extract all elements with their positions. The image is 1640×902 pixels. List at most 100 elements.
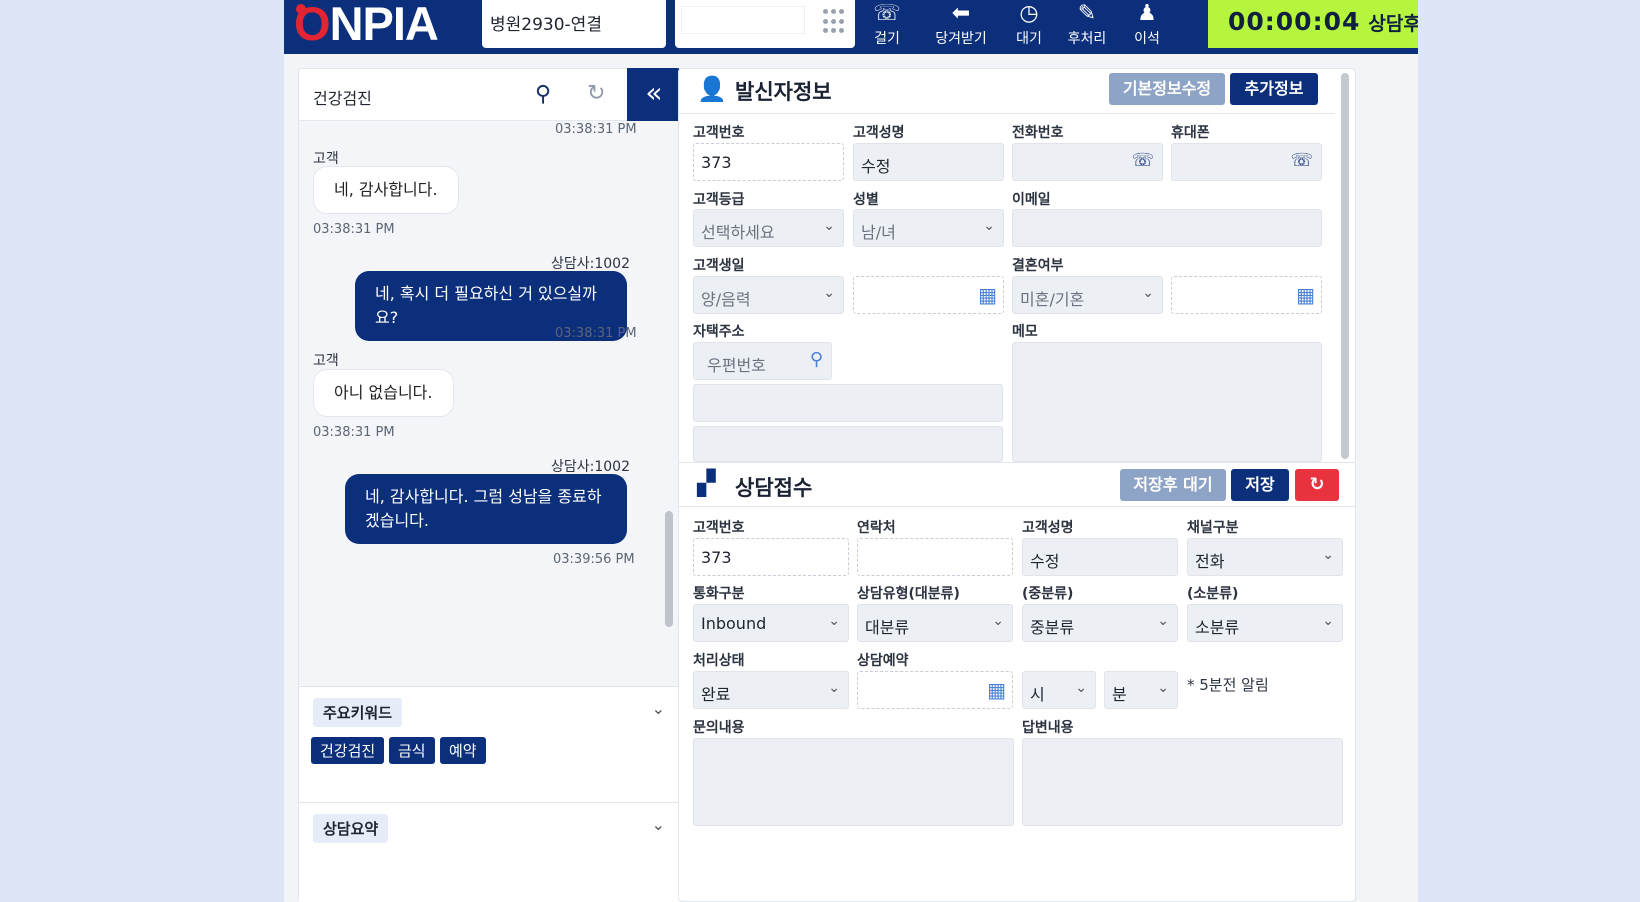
cust-no-field[interactable]: 373 (693, 143, 844, 181)
grade-select[interactable]: 선택하세요 ⌄ (693, 209, 844, 247)
wait-button[interactable]: ◷ 대기 (1006, 0, 1052, 50)
pickup-icon: ⬅ (951, 1, 971, 26)
app-window: ONPIA 병원2930-연결 ☏ 걸기 ⬅ 당겨받기 ◷ 대기 ✎ 후처리 ♟… (284, 0, 1418, 902)
calendar-icon[interactable]: ▦ (987, 678, 1006, 702)
pickup-button[interactable]: ⬅ 당겨받기 (924, 0, 998, 50)
edit-basic-info-button[interactable]: 기본정보수정 (1109, 73, 1225, 105)
reset-button[interactable]: ↻ (1295, 469, 1339, 501)
channel-value: 전화 (1195, 552, 1225, 571)
answer-label: 답변내용 (1022, 720, 1074, 736)
search-icon[interactable]: ⚲ (810, 349, 823, 370)
call-timer: 00:00:04 상담후처 (1208, 0, 1418, 48)
contact-field[interactable] (857, 538, 1013, 576)
type-large-select[interactable]: 대분류 ⌄ (857, 604, 1013, 642)
search-input[interactable]: 건강검진 (313, 85, 372, 109)
mobile-label: 휴대폰 (1171, 125, 1210, 141)
birth-date-field[interactable]: ▦ (853, 276, 1004, 314)
mobile-field[interactable]: ☏ (1171, 143, 1322, 181)
after-work-button-label: 후처리 (1067, 31, 1107, 47)
line-select[interactable]: 병원2930-연결 (482, 0, 666, 48)
consult-cust-name-field[interactable]: 수정 (1022, 538, 1178, 576)
chat-panel: 건강검진 ⚲ ↻ « 03:38:31 PM 고객 네, 감사합니다. 03:3… (298, 68, 681, 902)
wait-button-label: 대기 (1016, 31, 1042, 47)
wedding-date-field[interactable]: ▦ (1171, 276, 1322, 314)
address-label: 자택주소 (693, 324, 745, 340)
chat-scrollbar[interactable] (665, 511, 673, 627)
phone-number-input[interactable] (681, 6, 805, 34)
chevron-down-icon: ⌄ (1157, 680, 1169, 696)
additional-info-button[interactable]: 추가정보 (1230, 73, 1318, 105)
onpia-logo: ONPIA (294, 0, 439, 50)
keyword-tag[interactable]: 건강검진 (311, 737, 385, 764)
form-scrollbar[interactable] (1341, 73, 1349, 459)
gender-label: 성별 (853, 192, 879, 208)
state-select[interactable]: 완료 ⌄ (693, 671, 849, 709)
lunar-solar-select[interactable]: 양/음력 ⌄ (693, 276, 844, 314)
consult-cust-name-value: 수정 (1030, 552, 1060, 571)
question-textarea[interactable] (693, 738, 1014, 826)
search-icon[interactable]: ⚲ (535, 82, 551, 107)
marriage-select[interactable]: 미혼/기혼 ⌄ (1012, 276, 1163, 314)
chevron-down-icon: ⌄ (1157, 613, 1169, 629)
after-work-button[interactable]: ✎ 후처리 (1060, 0, 1114, 50)
answer-textarea[interactable] (1022, 738, 1343, 826)
channel-select[interactable]: 전화 ⌄ (1187, 538, 1343, 576)
save-button[interactable]: 저장 (1231, 469, 1289, 501)
dialpad-icon[interactable] (823, 9, 845, 35)
pickup-button-label: 당겨받기 (935, 31, 987, 47)
grade-label: 고객등급 (693, 192, 745, 208)
chevron-down-icon: ⌄ (828, 680, 840, 696)
edit-icon: ✎ (1077, 1, 1097, 26)
memo-field[interactable] (1012, 342, 1322, 462)
collapse-button[interactable]: « (627, 68, 681, 121)
type-medium-label: (중분류) (1022, 586, 1074, 602)
away-button[interactable]: ♟ 이석 (1124, 0, 1170, 50)
hour-select[interactable]: 시 ⌄ (1022, 671, 1096, 709)
alarm-note: * 5분전 알림 (1187, 676, 1269, 694)
refresh-icon[interactable]: ↻ (587, 81, 605, 106)
address-line2-field[interactable] (693, 426, 1003, 462)
chevron-down-icon: ⌄ (1322, 547, 1334, 563)
keyword-tag[interactable]: 예약 (440, 737, 486, 764)
consult-cust-no-field[interactable]: 373 (693, 538, 849, 576)
chevron-down-icon: ⌄ (823, 285, 835, 301)
tel-field[interactable]: ☏ (1012, 143, 1163, 181)
cust-no-label: 고객번호 (693, 125, 745, 141)
keyword-tag[interactable]: 금식 (389, 737, 435, 764)
state-value: 완료 (701, 685, 731, 704)
chevron-down-icon[interactable]: ⌄ (652, 699, 665, 718)
away-button-label: 이석 (1134, 31, 1160, 47)
type-small-select[interactable]: 소분류 ⌄ (1187, 604, 1343, 642)
message-sender: 상담사:1002 (551, 459, 630, 475)
double-chevron-left-icon: « (645, 76, 663, 109)
reserve-date-field[interactable]: ▦ (857, 671, 1013, 709)
cust-name-field[interactable]: 수정 (853, 143, 1004, 181)
type-medium-select[interactable]: 중분류 ⌄ (1022, 604, 1178, 642)
zipcode-field[interactable]: 우편번호 ⚲ (693, 342, 832, 380)
tel-label: 전화번호 (1012, 125, 1064, 141)
calendar-icon[interactable]: ▦ (978, 283, 997, 307)
address-line1-field[interactable] (693, 384, 1003, 422)
type-large-value: 대분류 (865, 618, 910, 637)
channel-label: 채널구분 (1187, 520, 1239, 536)
call-type-select[interactable]: Inbound ⌄ (693, 604, 849, 642)
gender-select[interactable]: 남/녀 ⌄ (853, 209, 1004, 247)
top-bar: ONPIA 병원2930-연결 ☏ 걸기 ⬅ 당겨받기 ◷ 대기 ✎ 후처리 ♟… (284, 0, 1418, 54)
email-field[interactable] (1012, 209, 1322, 247)
phone-icon[interactable]: ☏ (1131, 150, 1154, 171)
chevron-down-icon: ⌄ (828, 613, 840, 629)
question-label: 문의내용 (693, 720, 745, 736)
status-text: 상담후처 (1368, 13, 1418, 35)
email-label: 이메일 (1012, 192, 1051, 208)
chevron-down-icon[interactable]: ⌄ (652, 815, 665, 834)
save-and-wait-button[interactable]: 저장후 대기 (1120, 469, 1226, 501)
chevron-down-icon: ⌄ (1142, 285, 1154, 301)
message-sender: 상담사:1002 (551, 256, 630, 272)
calendar-icon[interactable]: ▦ (1296, 283, 1315, 307)
grade-value: 선택하세요 (701, 223, 775, 242)
dial-box (675, 0, 855, 48)
minute-select[interactable]: 분 ⌄ (1104, 671, 1178, 709)
phone-icon[interactable]: ☏ (1290, 150, 1313, 171)
call-button[interactable]: ☏ 걸기 (864, 0, 910, 50)
line-select-value: 병원2930-연결 (490, 15, 602, 35)
